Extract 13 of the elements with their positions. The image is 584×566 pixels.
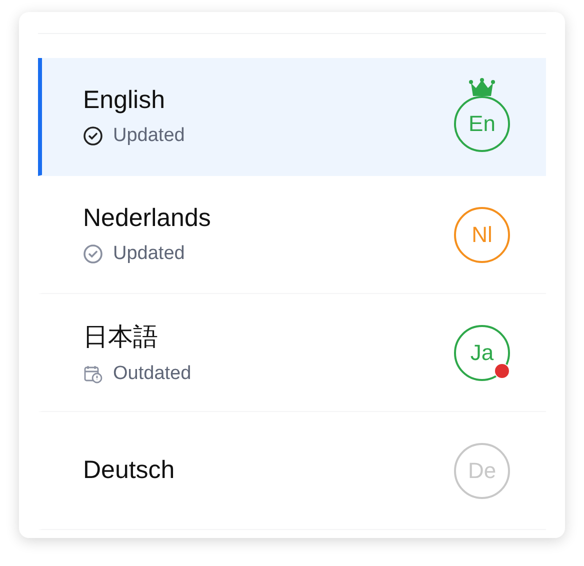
- language-name: English: [83, 86, 166, 115]
- language-name: 日本語: [83, 322, 159, 353]
- calendar-alert-icon: [83, 364, 103, 384]
- language-name: Nederlands: [83, 204, 211, 233]
- status-text: Outdated: [113, 363, 192, 385]
- language-row[interactable]: English Updated En: [38, 58, 546, 176]
- check-circle-icon: [83, 244, 103, 264]
- check-circle-icon: [83, 126, 103, 146]
- status-text: Updated: [113, 125, 185, 147]
- language-badge: Nl: [454, 206, 510, 262]
- language-badge: En: [454, 96, 510, 152]
- language-name: Deutsch: [83, 456, 175, 485]
- status-text: Updated: [113, 243, 185, 265]
